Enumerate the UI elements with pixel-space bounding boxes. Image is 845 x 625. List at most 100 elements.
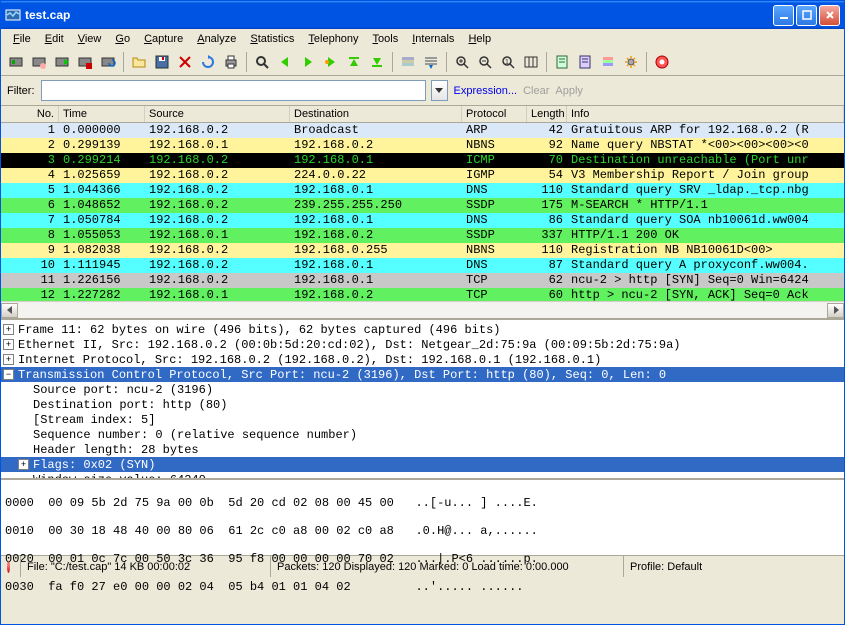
status-file: File: "C:/test.cap" 14 KB 00:00:02 (21, 556, 271, 577)
packet-bytes-pane[interactable]: 0000 00 09 5b 2d 75 9a 00 0b 5d 20 cd 02… (1, 478, 844, 555)
auto-scroll-icon[interactable] (420, 51, 442, 73)
close-button[interactable] (819, 5, 840, 26)
find-icon[interactable] (251, 51, 273, 73)
packet-row[interactable]: 71.050784192.168.0.2192.168.0.1DNS86Stan… (1, 213, 844, 228)
bytes-row[interactable]: 0030 fa f0 27 e0 00 00 02 04 05 b4 01 01… (5, 580, 840, 594)
scroll-left-icon[interactable] (1, 303, 18, 318)
packet-list-header: No. Time Source Destination Protocol Len… (1, 106, 844, 123)
zoom-out-icon[interactable] (474, 51, 496, 73)
stop-capture-icon[interactable] (74, 51, 96, 73)
open-file-icon[interactable] (128, 51, 150, 73)
options-icon[interactable] (28, 51, 50, 73)
start-capture-icon[interactable] (51, 51, 73, 73)
expert-info-icon[interactable] (7, 561, 10, 573)
detail-ip[interactable]: Internet Protocol, Src: 192.168.0.2 (192… (18, 353, 601, 367)
window-title: test.cap (25, 8, 773, 22)
colorize-icon[interactable] (397, 51, 419, 73)
svg-text:1: 1 (505, 59, 509, 66)
packet-list-pane: No. Time Source Destination Protocol Len… (1, 106, 844, 301)
go-to-packet-icon[interactable] (320, 51, 342, 73)
zoom-in-icon[interactable] (451, 51, 473, 73)
packet-row[interactable]: 121.227282192.168.0.1192.168.0.2TCP60htt… (1, 288, 844, 301)
packet-row[interactable]: 30.299214192.168.0.2192.168.0.1ICMP70Des… (1, 153, 844, 168)
menu-view[interactable]: View (72, 31, 108, 47)
packet-row[interactable]: 51.044366192.168.0.2192.168.0.1DNS110Sta… (1, 183, 844, 198)
expression-button[interactable]: Expression... (454, 85, 518, 97)
packet-row[interactable]: 20.299139192.168.0.1192.168.0.2NBNS92Nam… (1, 138, 844, 153)
help-icon[interactable] (651, 51, 673, 73)
detail-flags[interactable]: Flags: 0x02 (SYN) (33, 458, 155, 472)
expand-icon[interactable]: + (18, 459, 29, 470)
packet-row[interactable]: 81.055053192.168.0.1192.168.0.2SSDP337HT… (1, 228, 844, 243)
menu-internals[interactable]: Internals (406, 31, 460, 47)
statusbar: File: "C:/test.cap" 14 KB 00:00:02 Packe… (1, 555, 844, 577)
menu-help[interactable]: Help (462, 31, 497, 47)
filter-toolbar: Filter: Expression... Clear Apply (1, 76, 844, 106)
reload-icon[interactable] (197, 51, 219, 73)
col-protocol[interactable]: Protocol (462, 106, 527, 122)
detail-dstport[interactable]: Destination port: http (80) (33, 398, 227, 412)
save-file-icon[interactable] (151, 51, 173, 73)
clear-button[interactable]: Clear (523, 85, 549, 97)
packet-row[interactable]: 10.000000192.168.0.2BroadcastARP42Gratui… (1, 123, 844, 138)
menu-capture[interactable]: Capture (138, 31, 189, 47)
col-length[interactable]: Length (527, 106, 567, 122)
main-toolbar: 1 (1, 49, 844, 76)
apply-button[interactable]: Apply (555, 85, 583, 97)
go-back-icon[interactable] (274, 51, 296, 73)
status-profile[interactable]: Profile: Default (624, 556, 844, 577)
expand-icon[interactable]: + (3, 339, 14, 350)
detail-srcport[interactable]: Source port: ncu-2 (3196) (33, 383, 213, 397)
menu-statistics[interactable]: Statistics (244, 31, 300, 47)
bytes-row[interactable]: 0000 00 09 5b 2d 75 9a 00 0b 5d 20 cd 02… (5, 496, 840, 510)
zoom-reset-icon[interactable]: 1 (497, 51, 519, 73)
close-file-icon[interactable] (174, 51, 196, 73)
col-info[interactable]: Info (567, 106, 844, 122)
display-filters-icon[interactable] (574, 51, 596, 73)
resize-columns-icon[interactable] (520, 51, 542, 73)
expand-icon[interactable]: + (3, 354, 14, 365)
minimize-button[interactable] (773, 5, 794, 26)
capture-filters-icon[interactable] (551, 51, 573, 73)
app-icon (5, 7, 21, 23)
menu-go[interactable]: Go (109, 31, 136, 47)
packet-list-hscroll[interactable] (1, 301, 844, 318)
col-no[interactable]: No. (1, 106, 59, 122)
restart-capture-icon[interactable] (97, 51, 119, 73)
col-source[interactable]: Source (145, 106, 290, 122)
filter-dropdown-icon[interactable] (431, 80, 448, 101)
scroll-right-icon[interactable] (827, 303, 844, 318)
detail-stream[interactable]: [Stream index: 5] (33, 413, 155, 427)
go-forward-icon[interactable] (297, 51, 319, 73)
col-destination[interactable]: Destination (290, 106, 462, 122)
menu-analyze[interactable]: Analyze (191, 31, 242, 47)
bytes-row[interactable]: 0010 00 30 18 48 40 00 80 06 61 2c c0 a8… (5, 524, 840, 538)
expand-icon[interactable]: + (3, 324, 14, 335)
menu-edit[interactable]: Edit (39, 31, 70, 47)
packet-row[interactable]: 101.111945192.168.0.2192.168.0.1DNS87Sta… (1, 258, 844, 273)
detail-seq[interactable]: Sequence number: 0 (relative sequence nu… (33, 428, 357, 442)
menu-file[interactable]: File (7, 31, 37, 47)
packet-row[interactable]: 61.048652192.168.0.2239.255.255.250SSDP1… (1, 198, 844, 213)
detail-hdrlen[interactable]: Header length: 28 bytes (33, 443, 199, 457)
packet-row[interactable]: 111.226156192.168.0.2192.168.0.1TCP62ncu… (1, 273, 844, 288)
packet-row[interactable]: 91.082038192.168.0.2192.168.0.255NBNS110… (1, 243, 844, 258)
go-last-icon[interactable] (366, 51, 388, 73)
go-first-icon[interactable] (343, 51, 365, 73)
detail-frame[interactable]: Frame 11: 62 bytes on wire (496 bits), 6… (18, 323, 500, 337)
filter-input[interactable] (41, 80, 426, 101)
detail-winsize[interactable]: Window size value: 64240 (33, 473, 206, 479)
coloring-rules-icon[interactable] (597, 51, 619, 73)
maximize-button[interactable] (796, 5, 817, 26)
packet-row[interactable]: 41.025659192.168.0.2224.0.0.22IGMP54V3 M… (1, 168, 844, 183)
interfaces-icon[interactable] (5, 51, 27, 73)
packet-details-pane[interactable]: + Frame 11: 62 bytes on wire (496 bits), … (1, 318, 844, 478)
preferences-icon[interactable] (620, 51, 642, 73)
collapse-icon[interactable]: − (3, 369, 14, 380)
detail-eth[interactable]: Ethernet II, Src: 192.168.0.2 (00:0b:5d:… (18, 338, 681, 352)
col-time[interactable]: Time (59, 106, 145, 122)
menu-tools[interactable]: Tools (367, 31, 405, 47)
print-icon[interactable] (220, 51, 242, 73)
detail-tcp[interactable]: Transmission Control Protocol, Src Port:… (18, 368, 666, 382)
menu-telephony[interactable]: Telephony (302, 31, 364, 47)
